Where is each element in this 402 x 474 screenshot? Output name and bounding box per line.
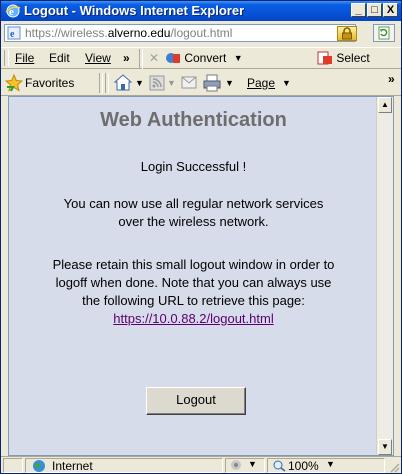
content-area: Web Authentication Login Successful ! Yo… <box>8 96 394 456</box>
web-page: Web Authentication Login Successful ! Yo… <box>9 97 378 455</box>
info-line-1: You can now use all regular network serv… <box>63 196 324 211</box>
url-domain: alverno.edu <box>107 26 171 40</box>
scroll-up-arrow-icon[interactable]: ▲ <box>378 97 392 113</box>
address-bar[interactable]: e https://wireless.alverno.edu/logout.ht… <box>4 24 357 42</box>
logout-button[interactable]: Logout <box>146 387 246 415</box>
menu-bar: File Edit View » ✕ Convert ▼ Select <box>1 47 401 69</box>
convert-icon <box>166 53 180 63</box>
vertical-scrollbar[interactable]: ▲ ▼ <box>376 97 393 455</box>
url-path: /logout.html <box>170 26 233 40</box>
print-dropdown-icon[interactable]: ▼ <box>225 78 234 88</box>
zoom-icon <box>273 460 286 472</box>
favorites-separator-2 <box>105 73 109 93</box>
convert-dropdown-icon[interactable]: ▼ <box>234 53 243 63</box>
internet-explorer-icon: e <box>5 4 21 18</box>
address-row: e https://wireless.alverno.edu/logout.ht… <box>1 21 401 45</box>
menu-view[interactable]: View <box>85 51 111 65</box>
select-label: Select <box>336 51 370 65</box>
menu-file-label: File <box>15 51 35 65</box>
lock-icon <box>342 27 352 40</box>
svg-text:e: e <box>10 29 15 40</box>
refresh-icon <box>378 26 390 40</box>
info-line-2: over the wireless network. <box>118 214 269 229</box>
menu-file[interactable]: File <box>15 51 34 65</box>
page-dropdown-icon[interactable]: ▼ <box>282 78 291 88</box>
favorites-star-icon <box>5 74 23 92</box>
select-button[interactable]: Select <box>317 50 370 66</box>
zone-label: Internet <box>52 459 93 473</box>
home-icon[interactable] <box>113 73 133 93</box>
zoom-button[interactable]: 100% ▼ <box>267 458 385 473</box>
url-subdomain: wireless. <box>61 26 108 40</box>
login-success-text: Login Successful ! <box>140 159 247 174</box>
menu-more-chevron[interactable]: » <box>123 51 130 65</box>
info-line-5: the following URL to retrieve this page: <box>82 293 305 308</box>
home-dropdown-icon[interactable]: ▼ <box>135 78 144 88</box>
maximize-button[interactable]: □ <box>367 3 382 17</box>
convert-button[interactable]: Convert ▼ <box>165 50 243 66</box>
close-x-icon[interactable]: ✕ <box>149 51 159 65</box>
logout-url-line: https://10.0.88.2/logout.html <box>9 311 378 326</box>
scroll-down-arrow-icon[interactable]: ▼ <box>378 439 392 455</box>
status-panel-progress <box>3 458 23 473</box>
menu-view-label: View <box>85 51 111 65</box>
browser-window: e Logout - Windows Internet Explorer _ □… <box>0 0 402 474</box>
info-line-3: Please retain this small logout window i… <box>52 257 335 272</box>
status-panel-zone: Internet <box>25 458 223 473</box>
security-lock-button[interactable] <box>337 26 357 41</box>
favorites-button[interactable]: Favorites <box>25 76 74 90</box>
menu-edit[interactable]: Edit <box>49 51 70 65</box>
convert-label: Convert <box>184 51 227 65</box>
address-url: https://wireless.alverno.edu/logout.html <box>25 26 232 40</box>
feeds-icon[interactable] <box>149 75 165 91</box>
protected-mode-button[interactable]: ▼ <box>225 458 265 473</box>
window-title: Logout - Windows Internet Explorer <box>24 3 245 18</box>
protected-mode-dropdown-icon[interactable]: ▼ <box>248 459 257 469</box>
internet-globe-icon <box>33 460 45 472</box>
toolbar-grip[interactable] <box>4 50 9 66</box>
minimize-button[interactable]: _ <box>351 3 366 17</box>
resize-grip-icon[interactable] <box>388 461 400 473</box>
zoom-dropdown-icon[interactable]: ▼ <box>326 459 335 469</box>
feeds-dropdown-icon[interactable]: ▼ <box>167 78 176 88</box>
status-bar: Internet ▼ 100% ▼ <box>1 456 401 473</box>
page-icon: e <box>7 26 21 40</box>
favorites-separator <box>99 73 103 93</box>
print-icon[interactable] <box>203 74 221 92</box>
refresh-button[interactable] <box>373 24 395 42</box>
logout-url-link[interactable]: https://10.0.88.2/logout.html <box>113 311 273 326</box>
close-button[interactable]: X <box>383 3 398 17</box>
zoom-level: 100% <box>288 459 319 473</box>
protected-mode-icon <box>231 460 241 470</box>
menu-edit-label: Edit <box>49 51 70 65</box>
favorites-more-chevron[interactable]: » <box>388 72 395 86</box>
favorites-bar: Favorites ▼ ▼ ▼ Page ▼ » <box>1 70 401 96</box>
menu-separator <box>139 49 143 69</box>
title-bar[interactable]: e Logout - Windows Internet Explorer _ □… <box>1 1 401 21</box>
info-line-4: logoff when done. Note that you can alwa… <box>55 275 332 290</box>
page-heading: Web Authentication <box>100 109 287 131</box>
select-icon <box>317 51 332 65</box>
mail-icon[interactable] <box>181 76 197 89</box>
url-prefix: https:// <box>25 26 62 40</box>
page-menu-button[interactable]: Page <box>247 76 275 90</box>
